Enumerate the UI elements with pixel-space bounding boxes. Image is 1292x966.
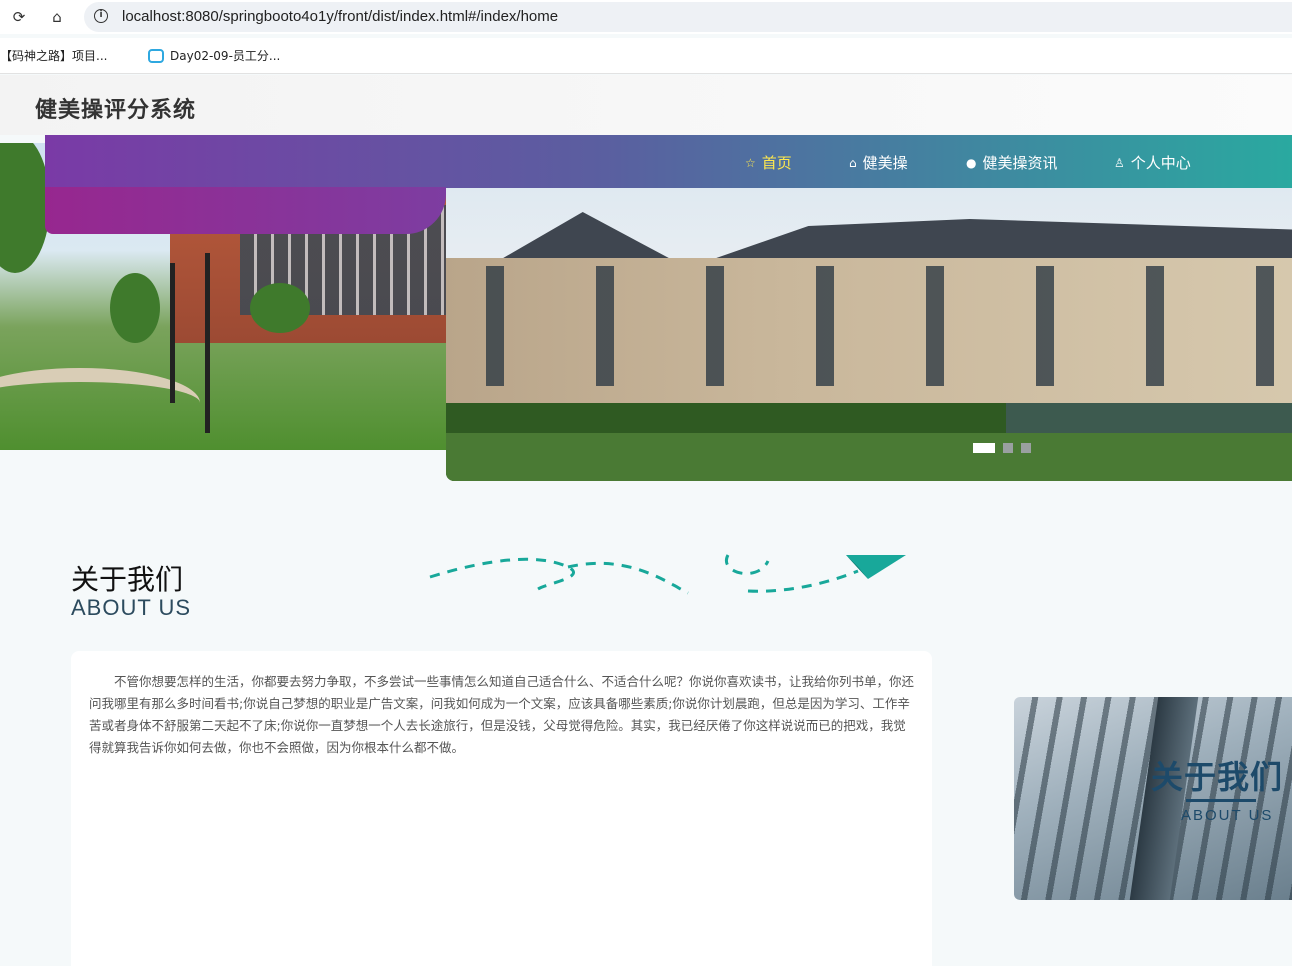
address-bar[interactable]: i localhost:8080/springbooto4o1y/front/d… xyxy=(84,2,1292,32)
nav-decoration xyxy=(45,187,446,234)
about-image-subtitle: ABOUT US xyxy=(1181,807,1274,824)
nav-item-news[interactable]: ● 健美操资讯 xyxy=(966,152,1058,173)
about-title: 关于我们 xyxy=(71,563,184,596)
page: 健美操评分系统 ☆ 首页 ⌂ 健美操 ● 健美操资讯 ♙ 个人中心 关于我们 A… xyxy=(0,75,1292,966)
nav-item-label: 健美操 xyxy=(862,154,908,172)
home-icon[interactable]: ⌂ xyxy=(46,6,68,28)
nav-item-label: 首页 xyxy=(761,154,792,172)
user-icon: ♙ xyxy=(1114,155,1125,170)
carousel-dot-2[interactable] xyxy=(1003,443,1013,453)
url-text: localhost:8080/springbooto4o1y/front/dis… xyxy=(122,8,559,25)
about-card: 不管你想要怎样的生活，你都要去努力争取，不多尝试一些事情怎么知道自己适合什么、不… xyxy=(71,651,932,966)
paper-plane-decoration xyxy=(429,554,906,595)
carousel-slide[interactable] xyxy=(446,188,1292,481)
bookmark-item[interactable]: Day02-09-员工分... xyxy=(148,47,280,64)
bookmark-label: 【码神之路】项目... xyxy=(0,49,108,63)
bag-icon: ⌂ xyxy=(849,155,857,170)
bilibili-icon xyxy=(148,48,164,63)
carousel-dot-3[interactable] xyxy=(1021,443,1031,453)
bookmarks-bar: 【码神之路】项目... Day02-09-员工分... xyxy=(0,38,1292,74)
about-subtitle: ABOUT US xyxy=(71,595,192,620)
star-icon: ☆ xyxy=(745,155,756,170)
nav-item-home[interactable]: ☆ 首页 xyxy=(745,152,792,173)
nav-item-aerobics[interactable]: ⌂ 健美操 xyxy=(849,152,908,173)
bookmark-label: Day02-09-员工分... xyxy=(170,49,281,63)
nav-item-profile[interactable]: ♙ 个人中心 xyxy=(1114,152,1191,173)
site-header: 健美操评分系统 xyxy=(0,75,1292,135)
about-body: 不管你想要怎样的生活，你都要去努力争取，不多尝试一些事情怎么知道自己适合什么、不… xyxy=(89,674,915,755)
site-title: 健美操评分系统 xyxy=(35,98,197,123)
nav-item-label: 健美操资讯 xyxy=(982,154,1058,172)
carousel-dot-1[interactable] xyxy=(973,443,995,453)
about-image-title: 关于我们 xyxy=(1151,758,1284,796)
carousel-indicators xyxy=(973,443,1031,453)
info-icon: ● xyxy=(966,155,977,170)
site-info-icon[interactable]: i xyxy=(94,9,108,23)
about-image: 关于我们 ABOUT US xyxy=(1014,697,1292,900)
bookmark-item[interactable]: 【码神之路】项目... xyxy=(0,47,107,64)
reload-icon[interactable]: ⟳ xyxy=(8,6,30,28)
browser-toolbar: ⟳ ⌂ i localhost:8080/springbooto4o1y/fro… xyxy=(0,0,1292,34)
nav-item-label: 个人中心 xyxy=(1130,154,1191,172)
main-nav xyxy=(45,135,1292,188)
